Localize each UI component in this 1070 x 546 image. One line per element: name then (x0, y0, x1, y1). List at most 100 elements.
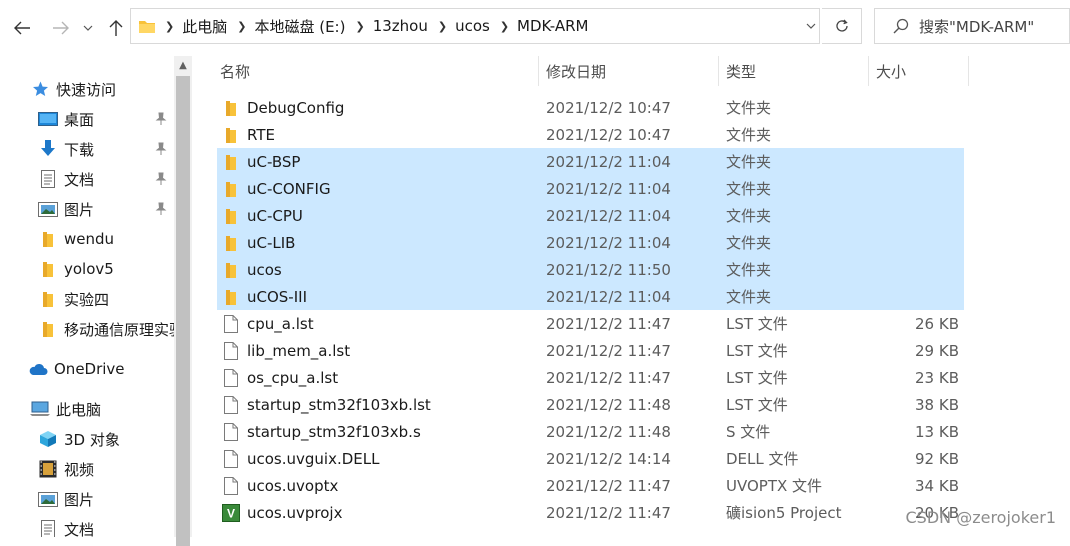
table-row[interactable]: ucos 2021/12/2 11:50 文件夹 (217, 256, 964, 283)
file-name: os_cpu_a.lst (247, 368, 339, 387)
folder-icon (38, 260, 58, 278)
table-row[interactable]: RTE 2021/12/2 10:47 文件夹 (217, 121, 964, 148)
column-divider[interactable] (538, 56, 539, 86)
sidebar-item-documents[interactable]: 文档 (38, 164, 94, 194)
cloud-icon (28, 360, 48, 378)
chevron-right-icon[interactable]: ❯ (237, 20, 246, 33)
column-divider[interactable] (868, 56, 869, 86)
table-row[interactable]: cpu_a.lst 2021/12/2 11:47 LST 文件 26 KB (217, 310, 964, 337)
file-icon (221, 337, 241, 364)
table-row[interactable]: DebugConfig 2021/12/2 10:47 文件夹 (217, 94, 964, 121)
chevron-right-icon[interactable]: ❯ (500, 20, 509, 33)
sidebar-item-label: 视频 (64, 460, 95, 479)
file-modified-date: 2021/12/2 11:47 (546, 314, 671, 333)
file-size: 26 KB (915, 314, 959, 333)
file-type: LST 文件 (726, 396, 788, 414)
table-row[interactable]: os_cpu_a.lst 2021/12/2 11:47 LST 文件 23 KB (217, 364, 964, 391)
folder-icon (38, 290, 58, 308)
sidebar-item-wendu[interactable]: wendu (38, 224, 114, 254)
sidebar-item-label: 实验四 (64, 290, 110, 309)
sidebar-item-pictures-pc[interactable]: 图片 (38, 484, 94, 514)
file-modified-date: 2021/12/2 11:47 (546, 368, 671, 387)
search-icon (893, 18, 909, 34)
watermark: CSDN @zerojoker1 (905, 508, 1057, 527)
cube-icon (38, 430, 58, 448)
folder-icon (221, 202, 241, 229)
column-divider[interactable] (968, 56, 969, 86)
file-name: ucos.uvprojx (247, 503, 343, 522)
file-modified-date: 2021/12/2 10:47 (546, 98, 671, 117)
sidebar-item-downloads[interactable]: 下载 (38, 134, 94, 164)
sidebar-item-3d-objects[interactable]: 3D 对象 (38, 424, 120, 454)
folder-icon (139, 19, 155, 33)
column-divider[interactable] (718, 56, 719, 86)
file-icon (221, 472, 241, 499)
sidebar-item-this-pc[interactable]: 此电脑 (30, 394, 101, 424)
table-row[interactable]: uC-CPU 2021/12/2 11:04 文件夹 (217, 202, 964, 229)
address-bar[interactable]: ❯ 此电脑 ❯ 本地磁盘 (E:) ❯ 13zhou ❯ ucos ❯ MDK-… (130, 8, 820, 44)
pin-icon[interactable] (154, 202, 168, 216)
sidebar-item-videos[interactable]: 视频 (38, 454, 94, 484)
table-row[interactable]: Vucos.uvprojx 2021/12/2 11:47 礦ision5 Proj… (217, 499, 964, 526)
file-size: 13 KB (915, 422, 959, 441)
breadcrumb-ucos[interactable]: ucos (455, 17, 490, 35)
breadcrumb-this-pc[interactable]: 此电脑 (182, 16, 227, 37)
table-row[interactable]: uC-CONFIG 2021/12/2 11:04 文件夹 (217, 175, 964, 202)
chevron-right-icon[interactable]: ❯ (438, 20, 447, 33)
column-header-type[interactable]: 类型 (726, 56, 756, 86)
file-size: 92 KB (915, 449, 959, 468)
table-row[interactable]: startup_stm32f103xb.s 2021/12/2 11:48 S 文件… (217, 418, 964, 445)
column-header-date[interactable]: 修改日期 (546, 56, 606, 86)
file-type: LST 文件 (726, 315, 788, 333)
file-type: 文件夹 (726, 288, 772, 306)
sidebar-item-experiment-4[interactable]: 实验四 (38, 284, 109, 314)
sidebar-item-pictures[interactable]: 图片 (38, 194, 94, 224)
sidebar-item-label: 3D 对象 (64, 430, 120, 449)
table-row[interactable]: ucos.uvguix.DELL 2021/12/2 14:14 DELL 文件 92… (217, 445, 964, 472)
address-history-button[interactable] (800, 8, 822, 44)
breadcrumb-local-disk[interactable]: 本地磁盘 (E:) (254, 16, 345, 37)
scrollbar-thumb[interactable] (176, 76, 190, 546)
pin-icon[interactable] (154, 172, 168, 186)
chevron-right-icon[interactable]: ❯ (355, 20, 364, 33)
sidebar-item-desktop[interactable]: 桌面 (38, 104, 94, 134)
table-row[interactable]: startup_stm32f103xb.lst 2021/12/2 11:48 LS… (217, 391, 964, 418)
pin-icon[interactable] (154, 142, 168, 156)
document-icon (38, 520, 58, 537)
table-row[interactable]: ucos.uvoptx 2021/12/2 11:47 UVOPTX 文件 34 KB (217, 472, 964, 499)
column-header-name[interactable]: 名称 (220, 56, 250, 86)
breadcrumb-mdk-arm[interactable]: MDK-ARM (517, 17, 588, 35)
sidebar-item-documents-pc[interactable]: 文档 (38, 514, 94, 537)
chevron-down-icon[interactable] (80, 14, 96, 42)
file-type: 文件夹 (726, 153, 772, 171)
sidebar-scrollbar[interactable]: ▲ (174, 56, 192, 546)
table-row[interactable]: uC-LIB 2021/12/2 11:04 文件夹 (217, 229, 964, 256)
document-icon (38, 170, 58, 188)
file-name: cpu_a.lst (247, 314, 314, 333)
folder-icon (221, 283, 241, 310)
arrow-up-icon[interactable] (104, 14, 128, 42)
sidebar-item-quick-access[interactable]: 快速访问 (30, 74, 116, 104)
chevron-right-icon[interactable]: ❯ (165, 20, 174, 33)
table-row[interactable]: uC-BSP 2021/12/2 11:04 文件夹 (217, 148, 964, 175)
search-box[interactable]: 搜索"MDK-ARM" (874, 8, 1070, 44)
breadcrumb-13zhou[interactable]: 13zhou (373, 17, 428, 35)
scroll-up-icon[interactable]: ▲ (174, 56, 192, 74)
sidebar-item-mobile-comm-lab[interactable]: 移动通信原理实验 (38, 314, 174, 344)
pin-icon[interactable] (154, 112, 168, 126)
sidebar-item-onedrive[interactable]: OneDrive (28, 354, 125, 384)
arrow-left-icon[interactable] (10, 14, 34, 42)
refresh-icon (835, 19, 848, 32)
file-modified-date: 2021/12/2 11:04 (546, 233, 671, 252)
refresh-button[interactable] (822, 8, 862, 44)
sidebar-item-label: 桌面 (64, 110, 95, 129)
file-modified-date: 2021/12/2 11:04 (546, 152, 671, 171)
arrow-right-icon[interactable] (49, 14, 73, 42)
sidebar-item-yolov5[interactable]: yolov5 (38, 254, 114, 284)
column-header-size[interactable]: 大小 (876, 56, 906, 86)
star-icon (30, 80, 50, 98)
file-icon (221, 364, 241, 391)
sidebar-item-label: OneDrive (54, 360, 125, 378)
table-row[interactable]: uCOS-III 2021/12/2 11:04 文件夹 (217, 283, 964, 310)
table-row[interactable]: lib_mem_a.lst 2021/12/2 11:47 LST 文件 29 KB (217, 337, 964, 364)
